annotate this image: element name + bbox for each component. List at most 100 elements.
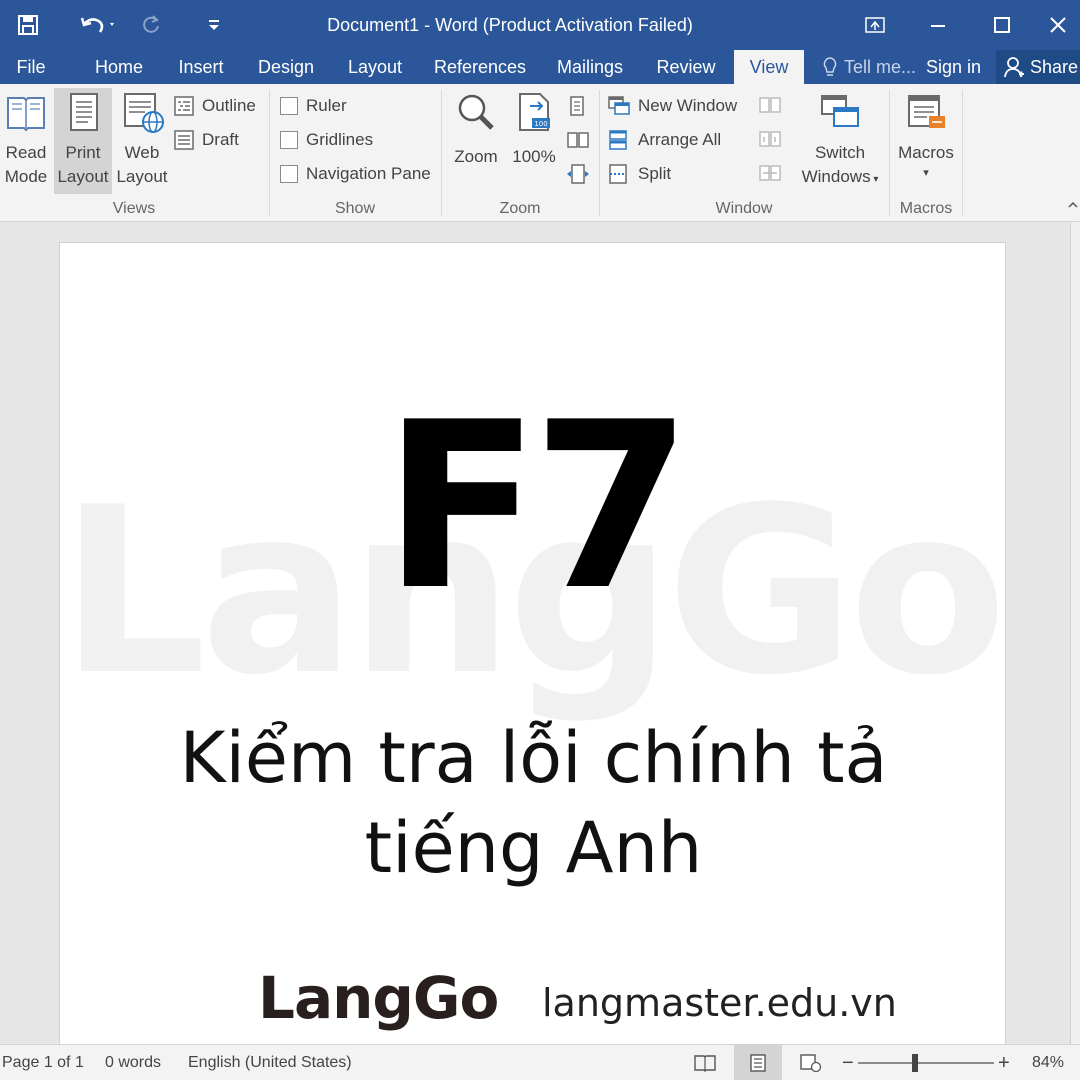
ruler-checkbox-box[interactable] (280, 97, 298, 115)
document-canvas[interactable]: LangGo F7 Kiểm tra lỗi chính tả tiếng An… (0, 222, 1070, 1044)
page-width-button[interactable] (566, 160, 590, 188)
split-button[interactable]: Split (608, 160, 671, 188)
switch-windows-icon (821, 95, 859, 127)
zoom-out-button[interactable]: − (842, 1045, 854, 1080)
ribbon-tab-row: File Home Insert Design Layout Reference… (0, 50, 1080, 84)
vertical-scrollbar[interactable] (1070, 222, 1080, 1044)
views-group-label: Views (112, 200, 156, 217)
multiple-pages-button[interactable] (566, 126, 590, 154)
tell-me-label: Tell me... (844, 57, 917, 77)
switch-windows-button[interactable]: Switch Windows ▾ (796, 90, 884, 192)
gridlines-label: Gridlines (306, 130, 374, 149)
split-label: Split (638, 164, 672, 183)
print-layout-view-icon[interactable] (734, 1045, 782, 1080)
print-layout-button[interactable]: Print Layout (54, 88, 112, 194)
web-layout-label-1: Web (124, 143, 160, 162)
draft-label: Draft (202, 130, 239, 149)
document-page[interactable]: LangGo F7 Kiểm tra lỗi chính tả tiếng An… (59, 242, 1006, 1044)
maximize-icon[interactable] (972, 0, 1032, 50)
share-button[interactable]: Share (996, 50, 1080, 84)
ribbon-separator (441, 90, 442, 216)
read-mode-button[interactable]: Read Mode (0, 90, 52, 189)
reset-window-position-icon (759, 165, 781, 181)
macros-button[interactable]: Macros ▾ (894, 90, 958, 181)
caption-text: Kiểm tra lỗi chính tả tiếng Anh (60, 713, 1005, 893)
outline-button[interactable]: Outline (174, 92, 256, 120)
print-layout-label-1: Print (65, 143, 101, 162)
ruler-checkbox[interactable]: Ruler (280, 92, 347, 120)
zoom-level[interactable]: 84% (1032, 1045, 1064, 1080)
zoom-slider-thumb[interactable] (912, 1054, 918, 1072)
new-window-button[interactable]: New Window (608, 92, 737, 120)
arrange-all-label: Arrange All (638, 130, 722, 149)
zoom-in-button[interactable]: + (998, 1045, 1010, 1080)
save-icon[interactable] (8, 0, 48, 50)
read-mode-icon (7, 97, 45, 132)
minimize-icon[interactable] (908, 0, 968, 50)
ribbon-separator (269, 90, 270, 216)
website-url: langmaster.edu.vn (542, 981, 897, 1025)
tab-design[interactable]: Design (250, 50, 322, 84)
title-bar: Document1 - Word (Product Activation Fai… (0, 0, 1080, 50)
web-layout-view-icon[interactable] (800, 1045, 826, 1080)
outline-icon (174, 96, 194, 116)
web-layout-icon (124, 93, 164, 133)
customize-qat-icon[interactable] (200, 0, 228, 50)
navigation-pane-label: Navigation Pane (306, 164, 431, 183)
sign-in-link[interactable]: Sign in (926, 50, 981, 84)
caption-line-1: Kiểm tra lỗi chính tả (179, 717, 888, 799)
zoom-label: Zoom (454, 147, 498, 166)
undo-icon[interactable] (72, 0, 124, 50)
tab-home[interactable]: Home (84, 50, 154, 84)
tab-mailings[interactable]: Mailings (548, 50, 632, 84)
navigation-pane-checkbox[interactable]: Navigation Pane (280, 160, 431, 188)
read-mode-view-icon[interactable] (694, 1045, 720, 1080)
collapse-ribbon-icon[interactable] (1066, 198, 1080, 212)
ribbon-separator (962, 90, 963, 216)
ribbon-separator (599, 90, 600, 216)
zoom-100-label: 100% (512, 147, 556, 166)
outline-label: Outline (202, 96, 256, 115)
gridlines-checkbox-box[interactable] (280, 131, 298, 149)
synchronous-scrolling-icon (759, 131, 781, 147)
zoom-button[interactable]: Zoom (448, 90, 504, 169)
page-count[interactable]: Page 1 of 1 (2, 1045, 84, 1080)
ribbon-display-options-icon[interactable] (845, 0, 905, 50)
f7-heading: F7 (382, 374, 692, 641)
arrange-all-button[interactable]: Arrange All (608, 126, 721, 154)
window-group-label: Window (715, 200, 773, 217)
gridlines-checkbox[interactable]: Gridlines (280, 126, 373, 154)
tab-insert[interactable]: Insert (170, 50, 232, 84)
tab-review[interactable]: Review (650, 50, 722, 84)
dropdown-arrow-icon: ▾ (870, 174, 879, 185)
tab-references[interactable]: References (430, 50, 530, 84)
one-page-icon (570, 96, 584, 116)
page-width-icon (567, 164, 589, 184)
one-page-button[interactable] (566, 92, 588, 120)
close-icon[interactable] (1036, 0, 1080, 50)
draft-icon (174, 130, 194, 150)
ribbon: Read Mode Print Layout Web Layout Outlin… (0, 84, 1080, 222)
switch-windows-label-2-text: Windows (801, 167, 871, 186)
language-indicator[interactable]: English (United States) (188, 1045, 352, 1080)
tell-me-search[interactable]: Tell me... (822, 50, 916, 84)
ruler-label: Ruler (306, 96, 347, 115)
caption-line-2: tiếng Anh (364, 807, 703, 889)
tab-view[interactable]: View (734, 50, 804, 84)
web-layout-button[interactable]: Web Layout (114, 90, 170, 189)
zoom-100-button[interactable]: 100 100% (508, 90, 560, 169)
side-by-side-icon (759, 97, 781, 113)
tab-file[interactable]: File (0, 50, 62, 84)
zoom-slider-track[interactable] (858, 1062, 994, 1064)
word-count[interactable]: 0 words (105, 1045, 161, 1080)
draft-button[interactable]: Draft (174, 126, 239, 154)
redo-icon[interactable] (136, 0, 166, 50)
macros-dropdown-arrow-icon: ▾ (923, 167, 929, 179)
switch-windows-label-2: Windows ▾ (796, 165, 884, 192)
macros-label: Macros (898, 143, 954, 162)
lightbulb-icon (823, 57, 837, 76)
zoom-group-label: Zoom (499, 200, 541, 217)
langgo-logo: LangGo (258, 964, 499, 1032)
navigation-pane-checkbox-box[interactable] (280, 165, 298, 183)
tab-layout[interactable]: Layout (340, 50, 410, 84)
